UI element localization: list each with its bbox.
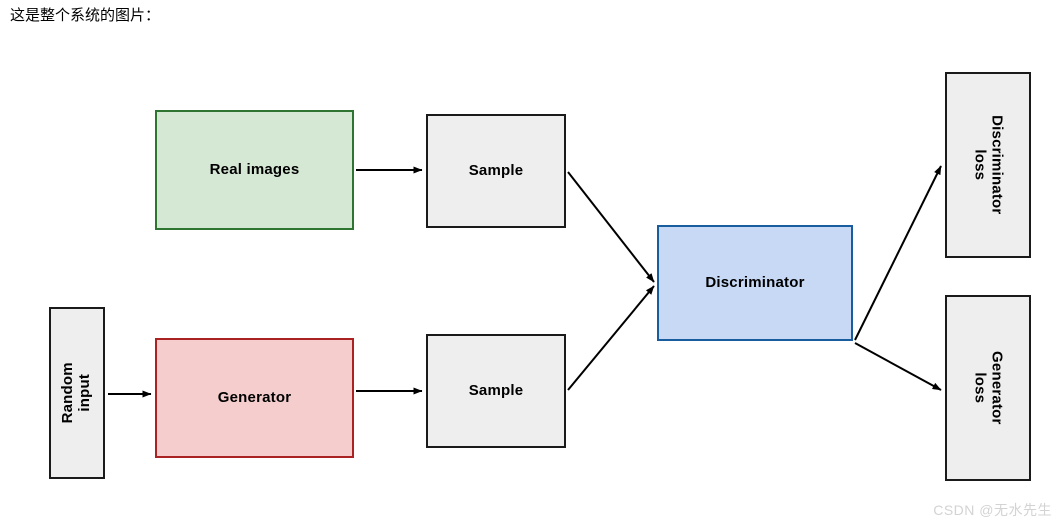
- node-random-input[interactable]: Random input: [49, 307, 105, 479]
- node-generator-label: Generator: [217, 388, 292, 406]
- node-real-images-label: Real images: [209, 160, 300, 178]
- gan-flow-diagram: Real images Sample Random input Generato…: [0, 0, 1060, 526]
- node-generator-loss[interactable]: Generator loss: [945, 295, 1031, 481]
- node-discriminator[interactable]: Discriminator: [657, 225, 853, 341]
- node-sample-real[interactable]: Sample: [426, 114, 566, 228]
- node-real-images[interactable]: Real images: [155, 110, 354, 230]
- edge-sample-to-discriminator: [567, 171, 655, 283]
- node-discriminator-label: Discriminator: [705, 273, 805, 291]
- node-discriminator-loss[interactable]: Discriminator loss: [945, 72, 1031, 258]
- node-generator[interactable]: Generator: [155, 338, 354, 458]
- node-generator-loss-label: Generator loss: [972, 351, 1006, 425]
- edge-fake-sample-to-discriminator: [567, 285, 655, 391]
- node-discriminator-loss-label: Discriminator loss: [972, 115, 1006, 215]
- edge-discriminator-to-disc-loss: [854, 165, 942, 341]
- node-sample-fake-label: Sample: [468, 381, 524, 399]
- edge-discriminator-to-gen-loss: [854, 342, 942, 391]
- node-random-input-label: Random input: [59, 362, 94, 424]
- csdn-watermark: CSDN @无水先生: [933, 502, 1052, 518]
- node-sample-real-label: Sample: [468, 161, 524, 179]
- node-sample-fake[interactable]: Sample: [426, 334, 566, 448]
